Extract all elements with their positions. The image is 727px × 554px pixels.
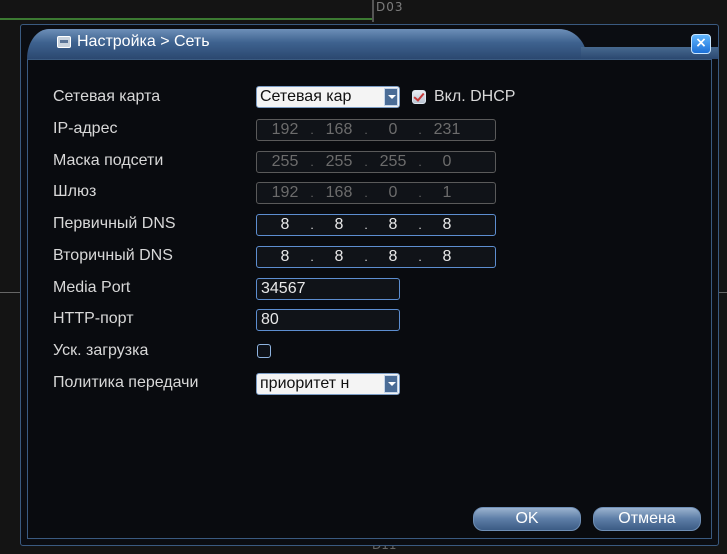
nic-label: Сетевая карта	[53, 88, 161, 105]
dhcp-label: Вкл. DHCP	[434, 88, 516, 105]
dialog-titlebar: Настройка > Сеть ×	[21, 25, 718, 59]
http-port-value: 80	[261, 311, 279, 328]
gateway-octet-3: 0	[388, 184, 398, 201]
mask-separator: .	[418, 155, 422, 169]
fast-download-checkbox[interactable]	[257, 344, 271, 358]
mask-separator: .	[364, 155, 368, 169]
dialog-content: Сетевая карта IP-адрес Маска подсети Шлю…	[27, 59, 712, 539]
dns2-label: Вторичный DNS	[53, 247, 173, 264]
gateway-octet-4: 1	[442, 184, 452, 201]
dns2-octet-2: 8	[334, 248, 344, 265]
subnet-mask-field[interactable]: 255 . 255 . 255 . 0	[256, 151, 496, 173]
cancel-button[interactable]: Отмена	[593, 507, 701, 531]
chevron-down-icon[interactable]	[384, 375, 398, 393]
dns2-octet-4: 8	[442, 248, 452, 265]
mask-octet-1: 255	[271, 153, 299, 170]
dns1-label: Первичный DNS	[53, 215, 176, 232]
dialog-title: Настройка > Сеть	[77, 33, 210, 50]
dns1-separator: .	[364, 218, 368, 232]
primary-dns-field[interactable]: 8 . 8 . 8 . 8	[256, 214, 496, 236]
gateway-separator: .	[364, 186, 368, 200]
gateway-label: Шлюз	[53, 183, 97, 200]
secondary-dns-field[interactable]: 8 . 8 . 8 . 8	[256, 246, 496, 268]
dns1-octet-2: 8	[334, 216, 344, 233]
ip-separator: .	[310, 123, 314, 137]
ip-octet-2: 168	[325, 121, 353, 138]
video-grid-divider	[372, 0, 374, 22]
chevron-down-icon[interactable]	[384, 88, 398, 106]
gateway-separator: .	[418, 186, 422, 200]
dns1-octet-1: 8	[280, 216, 290, 233]
ip-octet-4: 231	[433, 121, 461, 138]
ip-label: IP-адрес	[53, 120, 118, 137]
dns2-separator: .	[310, 250, 314, 264]
dhcp-checkbox[interactable]	[412, 90, 426, 104]
nic-select[interactable]: Сетевая кар	[256, 86, 400, 108]
ip-octet-3: 0	[388, 121, 398, 138]
dns2-octet-1: 8	[280, 248, 290, 265]
dns2-octet-3: 8	[388, 248, 398, 265]
http-port-input[interactable]: 80	[256, 309, 400, 331]
mask-octet-3: 255	[379, 153, 407, 170]
dns1-separator: .	[310, 218, 314, 232]
gateway-separator: .	[310, 186, 314, 200]
ip-octet-1: 192	[271, 121, 299, 138]
media-port-value: 34567	[261, 280, 306, 297]
media-port-label: Media Port	[53, 279, 131, 296]
policy-label: Политика передачи	[53, 374, 199, 391]
gateway-field[interactable]: 192 . 168 . 0 . 1	[256, 182, 496, 204]
close-button[interactable]: ×	[691, 34, 711, 54]
http-port-label: HTTP-порт	[53, 310, 134, 327]
fast-download-label: Уск. загрузка	[53, 342, 149, 359]
policy-select-value: приоритет н	[260, 375, 350, 392]
media-port-input[interactable]: 34567	[256, 278, 400, 300]
mask-label: Маска подсети	[53, 152, 164, 169]
mask-octet-2: 255	[325, 153, 353, 170]
mask-separator: .	[310, 155, 314, 169]
mask-octet-4: 0	[442, 153, 452, 170]
ip-separator: .	[364, 123, 368, 137]
ok-button[interactable]: OK	[473, 507, 581, 531]
channel-label-top: D03	[376, 0, 404, 14]
nic-select-value: Сетевая кар	[260, 88, 352, 105]
network-settings-dialog: Настройка > Сеть × Сетевая карта IP-адре…	[20, 24, 719, 546]
settings-icon	[57, 36, 71, 48]
gateway-octet-2: 168	[325, 184, 353, 201]
dns1-separator: .	[418, 218, 422, 232]
ip-separator: .	[418, 123, 422, 137]
dns1-octet-3: 8	[388, 216, 398, 233]
dns1-octet-4: 8	[442, 216, 452, 233]
gateway-octet-1: 192	[271, 184, 299, 201]
dns2-separator: .	[418, 250, 422, 264]
ip-address-field[interactable]: 192 . 168 . 0 . 231	[256, 119, 496, 141]
video-grid-line	[0, 18, 372, 20]
policy-select[interactable]: приоритет н	[256, 373, 400, 395]
dns2-separator: .	[364, 250, 368, 264]
